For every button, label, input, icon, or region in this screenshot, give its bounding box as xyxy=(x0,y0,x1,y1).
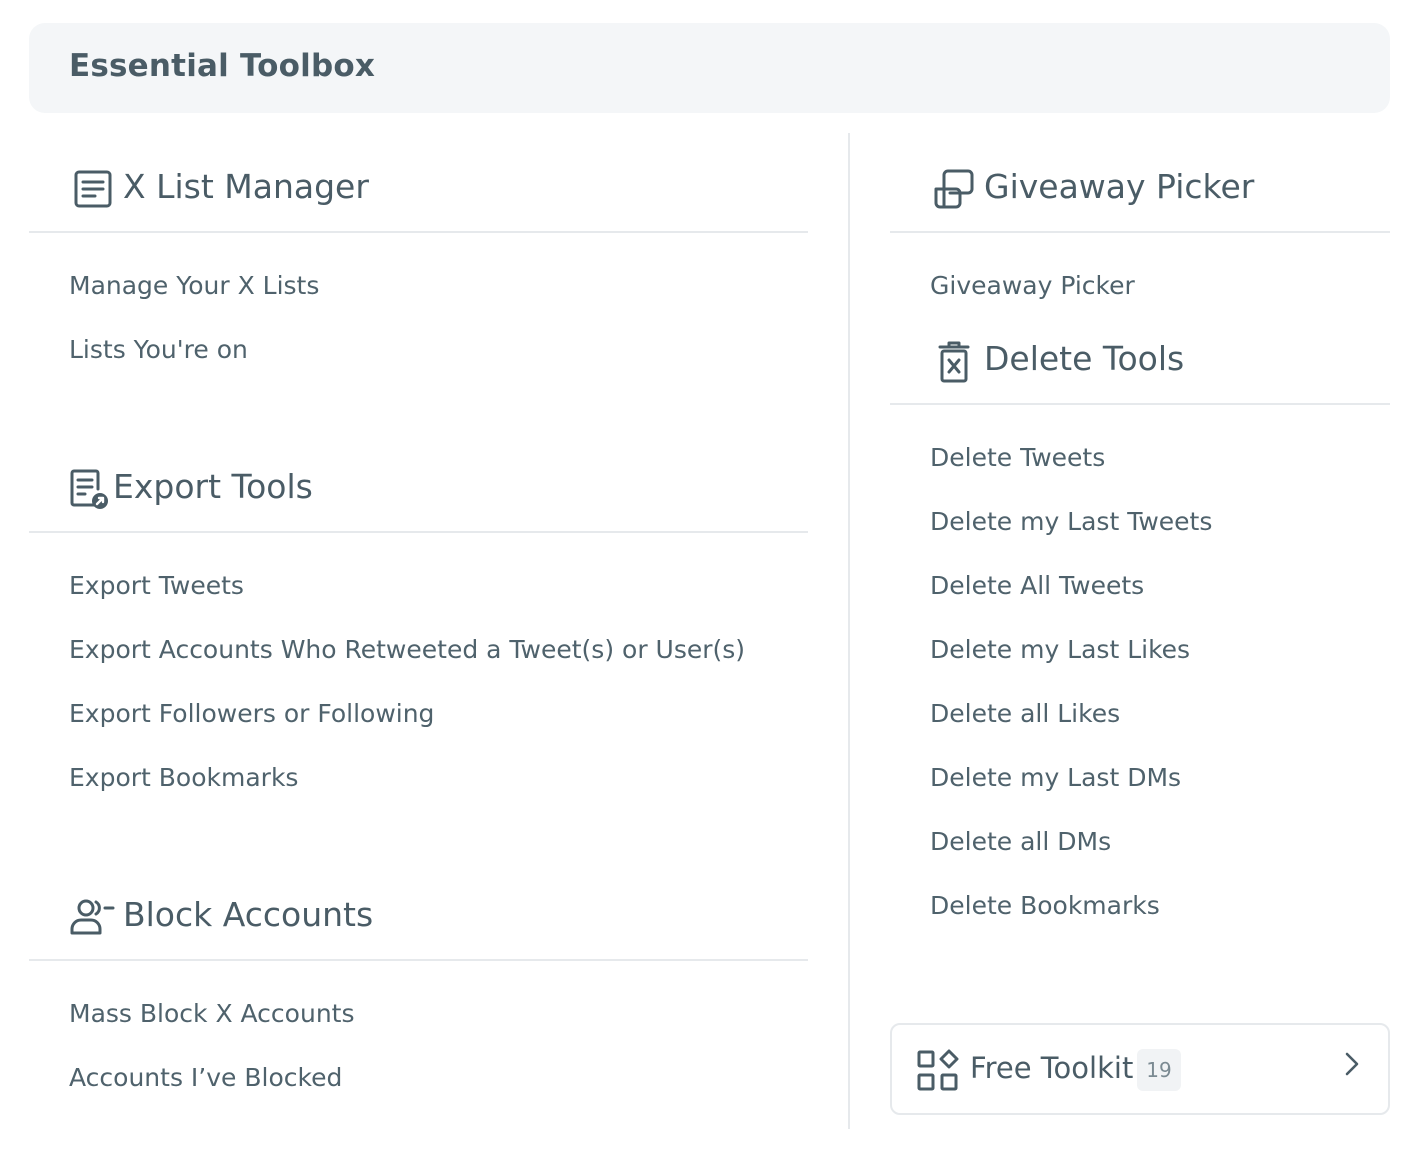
left-column: X List Manager Manage Your X Lists Lists… xyxy=(29,133,808,1161)
section-title: Giveaway Picker xyxy=(984,167,1255,206)
delete-bookmarks-link[interactable]: Delete Bookmarks xyxy=(890,883,1390,947)
export-followers-link[interactable]: Export Followers or Following xyxy=(29,691,808,755)
export-bookmarks-link[interactable]: Export Bookmarks xyxy=(29,755,808,819)
manage-x-lists-link[interactable]: Manage Your X Lists xyxy=(29,263,808,327)
section-header: Giveaway Picker xyxy=(890,133,1390,233)
list-icon xyxy=(69,165,117,213)
lists-youre-on-link[interactable]: Lists You're on xyxy=(29,327,808,391)
toolkit-count-badge: 19 xyxy=(1137,1049,1181,1091)
trash-icon xyxy=(930,337,978,385)
section-block-accounts: Block Accounts Mass Block X Accounts Acc… xyxy=(29,861,808,1161)
section-items: Manage Your X Lists Lists You're on xyxy=(29,233,808,433)
free-toolkit-button[interactable]: Free Toolkit 19 xyxy=(890,1023,1390,1115)
delete-all-tweets-link[interactable]: Delete All Tweets xyxy=(890,563,1390,627)
page-title: Essential Toolbox xyxy=(69,48,376,84)
column-divider xyxy=(848,133,850,1129)
giveaway-icon xyxy=(930,165,978,213)
section-export-tools: Export Tools Export Tweets Export Accoun… xyxy=(29,433,808,861)
toolbox-header: Essential Toolbox xyxy=(29,23,1390,113)
section-header: Export Tools xyxy=(29,433,808,533)
user-block-icon xyxy=(67,893,115,941)
section-list-manager: X List Manager Manage Your X Lists Lists… xyxy=(29,133,808,433)
accounts-blocked-link[interactable]: Accounts I’ve Blocked xyxy=(29,1055,808,1119)
section-items: Export Tweets Export Accounts Who Retwee… xyxy=(29,533,808,861)
section-header: Delete Tools xyxy=(890,305,1390,405)
section-title: X List Manager xyxy=(123,167,369,206)
section-items: Delete Tweets Delete my Last Tweets Dele… xyxy=(890,405,1390,989)
section-header: X List Manager xyxy=(29,133,808,233)
delete-last-likes-link[interactable]: Delete my Last Likes xyxy=(890,627,1390,691)
section-title: Delete Tools xyxy=(984,339,1185,378)
section-items: Mass Block X Accounts Accounts I’ve Bloc… xyxy=(29,961,808,1161)
apps-icon xyxy=(916,1049,960,1093)
delete-all-likes-link[interactable]: Delete all Likes xyxy=(890,691,1390,755)
section-title: Block Accounts xyxy=(123,895,374,934)
export-icon xyxy=(65,465,113,513)
section-title: Export Tools xyxy=(113,467,313,506)
delete-last-tweets-link[interactable]: Delete my Last Tweets xyxy=(890,499,1390,563)
export-tweets-link[interactable]: Export Tweets xyxy=(29,563,808,627)
export-retweeters-link[interactable]: Export Accounts Who Retweeted a Tweet(s)… xyxy=(29,627,808,691)
delete-last-dms-link[interactable]: Delete my Last DMs xyxy=(890,755,1390,819)
delete-all-dms-link[interactable]: Delete all DMs xyxy=(890,819,1390,883)
chevron-right-icon xyxy=(1338,1051,1364,1077)
toolkit-label: Free Toolkit xyxy=(970,1051,1134,1085)
right-column: Giveaway Picker Giveaway Picker Delete T… xyxy=(890,133,1390,989)
delete-tweets-link[interactable]: Delete Tweets xyxy=(890,435,1390,499)
mass-block-link[interactable]: Mass Block X Accounts xyxy=(29,991,808,1055)
section-header: Block Accounts xyxy=(29,861,808,961)
section-delete-tools: Delete Tools Delete Tweets Delete my Las… xyxy=(890,305,1390,989)
